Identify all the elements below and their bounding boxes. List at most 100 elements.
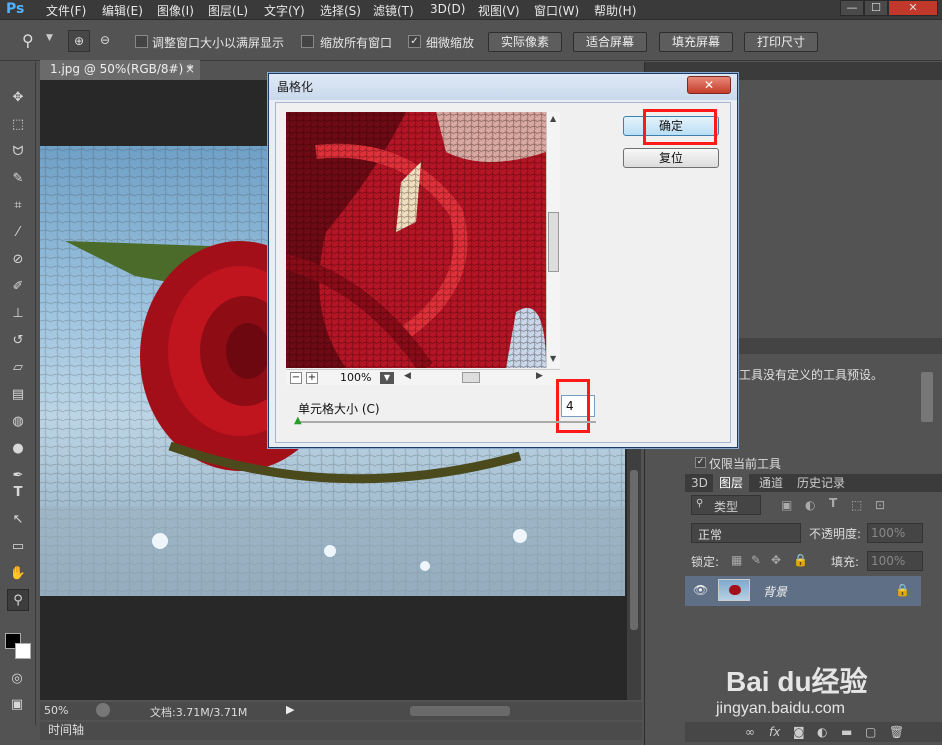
- menu-filter[interactable]: 滤镜(T): [373, 2, 414, 19]
- lock-all-icon[interactable]: 🔒: [793, 553, 808, 567]
- zoom-level[interactable]: 50%: [44, 704, 68, 717]
- zoom-in-icon[interactable]: ⊕: [68, 30, 90, 52]
- filter-shape-icon[interactable]: ⬚: [851, 498, 862, 512]
- crop-tool-icon[interactable]: ⌗: [7, 195, 29, 217]
- dodge-tool-icon[interactable]: ●: [7, 438, 29, 460]
- scroll-up-icon[interactable]: ▲: [550, 114, 556, 123]
- zoom-all-checkbox[interactable]: [301, 35, 314, 48]
- menu-3d[interactable]: 3D(D): [430, 2, 465, 16]
- layer-filter-kind[interactable]: ⚲ 类型: [691, 495, 761, 515]
- scroll-thumb[interactable]: [630, 470, 638, 630]
- link-layers-icon[interactable]: ∞: [745, 725, 755, 739]
- menu-type[interactable]: 文字(Y): [264, 2, 305, 19]
- type-tool-icon[interactable]: T: [7, 482, 29, 504]
- filter-smart-icon[interactable]: ⊡: [875, 498, 885, 512]
- quick-select-tool-icon[interactable]: ✎: [7, 168, 29, 190]
- reset-button[interactable]: 复位: [623, 148, 719, 168]
- new-layer-icon[interactable]: ▢: [865, 725, 876, 739]
- layer-name: 背景: [763, 585, 788, 599]
- close-tab-icon[interactable]: ×: [185, 60, 195, 79]
- zoom-tool-icon[interactable]: ⚲: [22, 31, 34, 50]
- resize-window-checkbox[interactable]: [135, 35, 148, 48]
- status-arrow-icon[interactable]: ▶: [286, 703, 294, 716]
- filter-type-icon[interactable]: T: [829, 496, 837, 510]
- close-window-button[interactable]: ✕: [888, 0, 938, 16]
- healing-brush-icon[interactable]: ⊘: [7, 249, 29, 271]
- preview-h-scroll-thumb[interactable]: [462, 372, 480, 383]
- zoom-in-icon[interactable]: +: [306, 372, 318, 384]
- background-color-swatch[interactable]: [15, 643, 31, 659]
- minimize-button[interactable]: —: [840, 0, 864, 16]
- tab-layers[interactable]: 图层: [713, 474, 750, 492]
- menu-view[interactable]: 视图(V): [478, 2, 520, 19]
- tab-channels[interactable]: 通道: [753, 474, 789, 492]
- zoom-out-icon[interactable]: −: [290, 372, 302, 384]
- scroll-down-icon[interactable]: ▼: [550, 354, 556, 363]
- lock-brush-icon[interactable]: ✎: [751, 553, 761, 567]
- screen-mode-icon[interactable]: ▣: [6, 694, 28, 716]
- menu-help[interactable]: 帮助(H): [594, 2, 636, 19]
- maximize-button[interactable]: ☐: [864, 0, 888, 16]
- filter-pixel-icon[interactable]: ▣: [781, 498, 792, 512]
- cell-size-slider-handle[interactable]: ▲: [294, 415, 302, 426]
- quick-mask-icon[interactable]: ◎: [6, 668, 28, 690]
- menu-select[interactable]: 选择(S): [320, 2, 361, 19]
- folder-icon[interactable]: ▬: [841, 725, 852, 739]
- filter-preview[interactable]: [286, 112, 546, 368]
- timeline-bar[interactable]: 时间轴: [40, 722, 642, 740]
- path-select-icon[interactable]: ↖: [7, 509, 29, 531]
- trash-icon[interactable]: 🗑: [889, 725, 904, 739]
- mask-icon[interactable]: ◙: [793, 725, 805, 739]
- print-size-button[interactable]: 打印尺寸: [744, 32, 818, 52]
- marquee-tool-icon[interactable]: ⬚: [7, 114, 29, 136]
- scroll-left-icon[interactable]: ◀: [404, 371, 411, 381]
- menu-file[interactable]: 文件(F): [46, 2, 86, 19]
- tab-history[interactable]: 历史记录: [791, 474, 851, 492]
- eyedropper-tool-icon[interactable]: ⁄: [7, 222, 29, 244]
- scrubby-zoom-checkbox[interactable]: ✓: [408, 35, 421, 48]
- fill-input[interactable]: 100%: [867, 551, 923, 571]
- brush-tool-icon[interactable]: ✐: [7, 276, 29, 298]
- menu-layer[interactable]: 图层(L): [208, 2, 248, 19]
- move-tool-icon[interactable]: ✥: [7, 87, 29, 109]
- cell-size-slider-track[interactable]: [296, 421, 596, 423]
- actual-pixels-button[interactable]: 实际像素: [488, 32, 562, 52]
- dialog-titlebar[interactable]: 晶格化 ✕: [269, 74, 737, 100]
- fit-screen-button[interactable]: 适合屏幕: [573, 32, 647, 52]
- eraser-tool-icon[interactable]: ▱: [7, 357, 29, 379]
- shape-tool-icon[interactable]: ▭: [7, 536, 29, 558]
- menu-edit[interactable]: 编辑(E): [102, 2, 143, 19]
- filter-adjust-icon[interactable]: ◐: [805, 498, 815, 512]
- blend-mode-select[interactable]: 正常: [691, 523, 801, 543]
- scroll-right-icon[interactable]: ▶: [536, 371, 543, 381]
- lock-position-icon[interactable]: ✥: [771, 553, 781, 567]
- blur-tool-icon[interactable]: ◍: [7, 411, 29, 433]
- zoom-out-icon[interactable]: ⊖: [94, 30, 116, 52]
- preset-scroll-thumb[interactable]: [921, 372, 933, 422]
- preview-vertical-scrollbar[interactable]: ▲ ▼: [546, 112, 560, 368]
- menu-window[interactable]: 窗口(W): [534, 2, 579, 19]
- gradient-tool-icon[interactable]: ▤: [7, 384, 29, 406]
- visibility-eye-icon[interactable]: 👁: [693, 583, 708, 597]
- opacity-input[interactable]: 100%: [867, 523, 923, 543]
- stamp-tool-icon[interactable]: ⊥: [7, 303, 29, 325]
- history-brush-icon[interactable]: ↺: [7, 330, 29, 352]
- fx-icon[interactable]: fx: [769, 725, 780, 739]
- fill-screen-button[interactable]: 填充屏幕: [659, 32, 733, 52]
- preview-scroll-thumb[interactable]: [548, 212, 559, 272]
- document-tab[interactable]: 1.jpg @ 50%(RGB/8#) * ×: [40, 60, 200, 80]
- status-menu-icon[interactable]: [96, 703, 110, 717]
- horizontal-scroll-thumb[interactable]: [410, 706, 510, 716]
- tab-3d[interactable]: 3D: [685, 474, 714, 492]
- hand-tool-icon[interactable]: ✋: [7, 563, 29, 585]
- dialog-close-icon[interactable]: ✕: [687, 76, 731, 94]
- zoom-tool-icon[interactable]: ⚲: [7, 589, 29, 611]
- lock-pixels-icon[interactable]: ▦: [731, 553, 742, 567]
- current-tool-only-checkbox[interactable]: ✓: [695, 457, 706, 468]
- lasso-tool-icon[interactable]: ᗢ: [7, 141, 29, 163]
- layer-row-background[interactable]: 👁 背景 🔒: [685, 576, 921, 606]
- adjustment-icon[interactable]: ◐: [817, 725, 827, 739]
- chevron-down-icon[interactable]: ▼: [46, 33, 53, 43]
- menu-image[interactable]: 图像(I): [157, 2, 194, 19]
- chevron-down-icon[interactable]: ▼: [380, 372, 394, 384]
